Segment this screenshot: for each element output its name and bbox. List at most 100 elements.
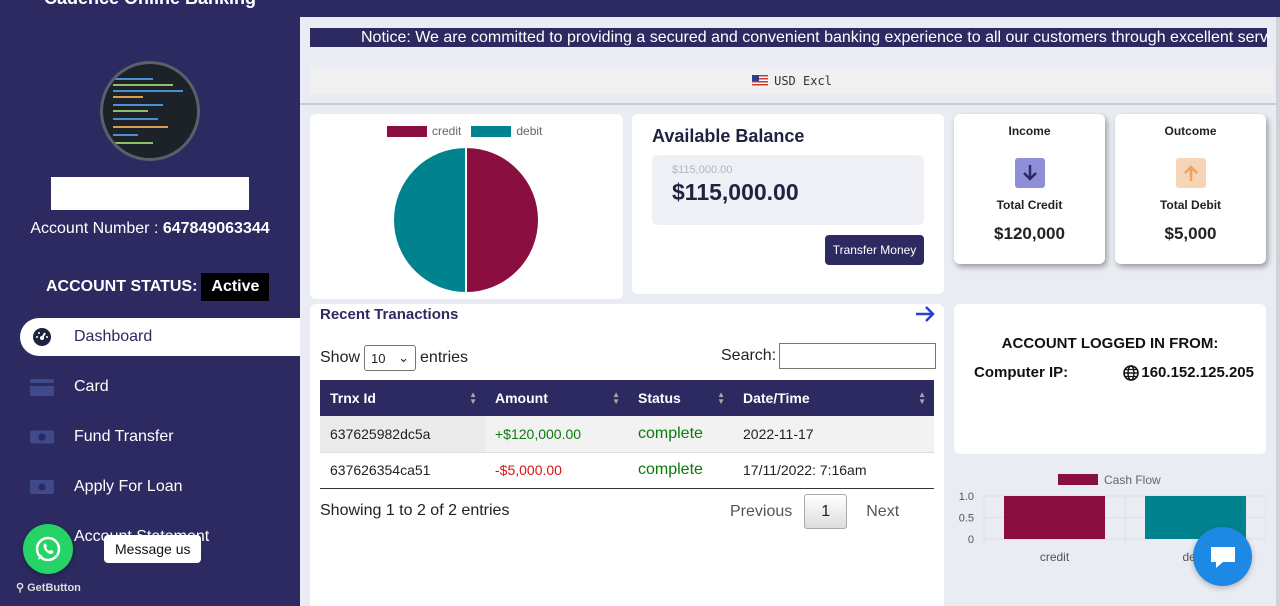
status-cell: complete — [638, 424, 703, 442]
account-number: Account Number : 647849063344 — [0, 220, 300, 238]
column-header-label: Date/Time — [743, 390, 810, 406]
ip-label: Computer IP: — [974, 364, 1069, 381]
pie-slice-debit[interactable] — [392, 145, 467, 295]
pie-chart-card: credit debit — [310, 114, 623, 299]
column-header-trnx-id[interactable]: Trnx Id ▲ ▼ — [320, 380, 485, 416]
getbutton-label: GetButton — [27, 582, 81, 594]
account-status-label: ACCOUNT STATUS: — [46, 278, 198, 295]
bar-credit[interactable] — [1004, 496, 1105, 539]
datetime-cell: 17/11/2022: 7:16am — [743, 462, 867, 478]
arrow-up-icon — [1176, 158, 1206, 188]
column-header-datetime[interactable]: Date/Time ▲ ▼ — [733, 380, 934, 416]
income-label: Income — [1008, 124, 1051, 138]
sidebar-item-label: Apply For Loan — [74, 478, 183, 495]
transactions-table: Trnx Id ▲ ▼ Amount ▲ ▼ Status ▲ ▼ Date/Time ▲ ▼ … — [320, 380, 934, 489]
sidebar: Cadence Online Banking Account Number : … — [0, 0, 300, 606]
account-number-value: 647849063344 — [162, 220, 270, 237]
balance-card: Available Balance $115,000.00 $115,000.0… — [632, 114, 944, 294]
show-label: Show — [320, 349, 361, 366]
income-card: Income Total Credit $120,000 — [954, 114, 1105, 264]
getbutton-credit[interactable]: ⚲ GetButton — [16, 581, 81, 594]
sidebar-item-fund-transfer[interactable]: Fund Transfer — [20, 418, 300, 456]
transfer-money-button[interactable]: Transfer Money — [825, 235, 924, 265]
balance-small: $115,000.00 — [672, 164, 733, 176]
y-tick-label: 1.0 — [959, 491, 974, 503]
top-bar — [300, 0, 1280, 17]
outcome-label: Outcome — [1164, 124, 1217, 138]
sidebar-item-apply-loan[interactable]: Apply For Loan — [20, 468, 300, 506]
x-tick-label: credit — [1040, 550, 1070, 564]
login-info-card: ACCOUNT LOGGED IN FROM: Computer IP: 160… — [954, 304, 1266, 454]
trnx-id-cell: 637625982dc5a — [320, 416, 485, 452]
currency-label: USD Excl — [774, 73, 832, 88]
sidebar-item-label: Dashboard — [74, 328, 153, 345]
sidebar-item-card[interactable]: Card — [20, 368, 300, 406]
sort-icon: ▲ ▼ — [918, 390, 926, 406]
money-bill-icon — [30, 428, 54, 446]
next-button[interactable]: Next — [866, 503, 899, 521]
login-ip-row: Computer IP: 160.152.125.205 — [974, 364, 1254, 381]
pie-slice-credit[interactable] — [465, 145, 540, 295]
account-number-label: Account Number : — [30, 220, 159, 237]
legend-label-cash-flow: Cash Flow — [1104, 473, 1161, 487]
entries-select-value: 10 — [371, 350, 386, 366]
credit-card-icon — [30, 378, 54, 396]
us-flag-icon — [752, 75, 769, 86]
whatsapp-button[interactable] — [23, 524, 73, 574]
arrow-right-icon[interactable] — [914, 304, 936, 324]
amount-cell: -$5,000.00 — [495, 462, 562, 478]
entries-select[interactable]: 10 ⌄ — [364, 345, 417, 371]
column-header-status[interactable]: Status ▲ ▼ — [628, 380, 733, 416]
y-tick-label: 0 — [968, 534, 974, 546]
legend-swatch-cash-flow — [1058, 474, 1098, 485]
outcome-card: Outcome Total Debit $5,000 — [1115, 114, 1266, 264]
chat-button[interactable] — [1193, 527, 1252, 586]
scrollbar[interactable] — [1276, 17, 1280, 606]
table-search: Search: — [721, 343, 937, 369]
total-credit-label: Total Credit — [996, 198, 1063, 212]
status-cell: complete — [638, 461, 703, 478]
y-tick-label: 0.5 — [959, 513, 974, 525]
search-label: Search: — [721, 347, 777, 364]
avatar — [100, 61, 200, 161]
account-name-box — [51, 177, 249, 210]
total-debit-label: Total Debit — [1159, 198, 1222, 212]
sort-icon: ▲ ▼ — [469, 390, 477, 406]
pagination: Previous 1 Next — [730, 494, 899, 529]
ip-value: 160.152.125.205 — [1141, 364, 1254, 381]
trnx-id-cell: 637626354ca51 — [330, 462, 431, 478]
datetime-cell: 2022-11-17 — [743, 425, 814, 442]
chevron-down-icon: ⌄ — [398, 350, 410, 365]
sort-icon: ▲ ▼ — [612, 390, 620, 406]
account-status: ACCOUNT STATUS: Active — [46, 273, 270, 301]
table-row: 637625982dc5a +$120,000.00 complete 2022… — [320, 416, 934, 452]
search-input[interactable] — [779, 343, 937, 369]
chat-icon — [1210, 546, 1235, 568]
table-row: 637626354ca51 -$5,000.00 complete 17/11/… — [320, 452, 934, 488]
column-header-label: Status — [638, 390, 681, 406]
arrow-down-icon — [1015, 158, 1045, 188]
amount-cell: +$120,000.00 — [495, 425, 582, 442]
sort-icon: ▲ ▼ — [717, 390, 725, 406]
pie-chart — [392, 145, 540, 295]
balance-box: $115,000.00 $115,000.00 — [652, 155, 924, 225]
previous-button[interactable]: Previous — [730, 495, 792, 529]
column-header-label: Amount — [495, 390, 548, 406]
divider — [300, 103, 1280, 105]
transactions-card: Recent Tranactions Show 10 ⌄ entries Sea… — [310, 304, 944, 606]
brand-title: Cadence Online Banking — [0, 0, 300, 9]
page-button-1[interactable]: 1 — [804, 494, 848, 529]
status-badge: Active — [201, 273, 270, 301]
sidebar-item-label: Fund Transfer — [74, 428, 174, 445]
notice-marquee: Notice: We are committed to providing a … — [310, 28, 1267, 47]
total-credit-amount: $120,000 — [994, 224, 1065, 243]
sidebar-item-dashboard[interactable]: Dashboard — [20, 318, 300, 356]
whatsapp-message-bubble[interactable]: Message us — [104, 535, 202, 563]
dashboard-gauge-icon — [30, 328, 54, 346]
whatsapp-icon — [35, 536, 61, 562]
entries-label: entries — [420, 349, 469, 366]
column-header-amount[interactable]: Amount ▲ ▼ — [485, 380, 628, 416]
table-info: Showing 1 to 2 of 2 entries — [320, 502, 510, 519]
currency-widget[interactable]: USD Excl — [310, 67, 1274, 94]
login-title: ACCOUNT LOGGED IN FROM: — [1001, 335, 1219, 352]
